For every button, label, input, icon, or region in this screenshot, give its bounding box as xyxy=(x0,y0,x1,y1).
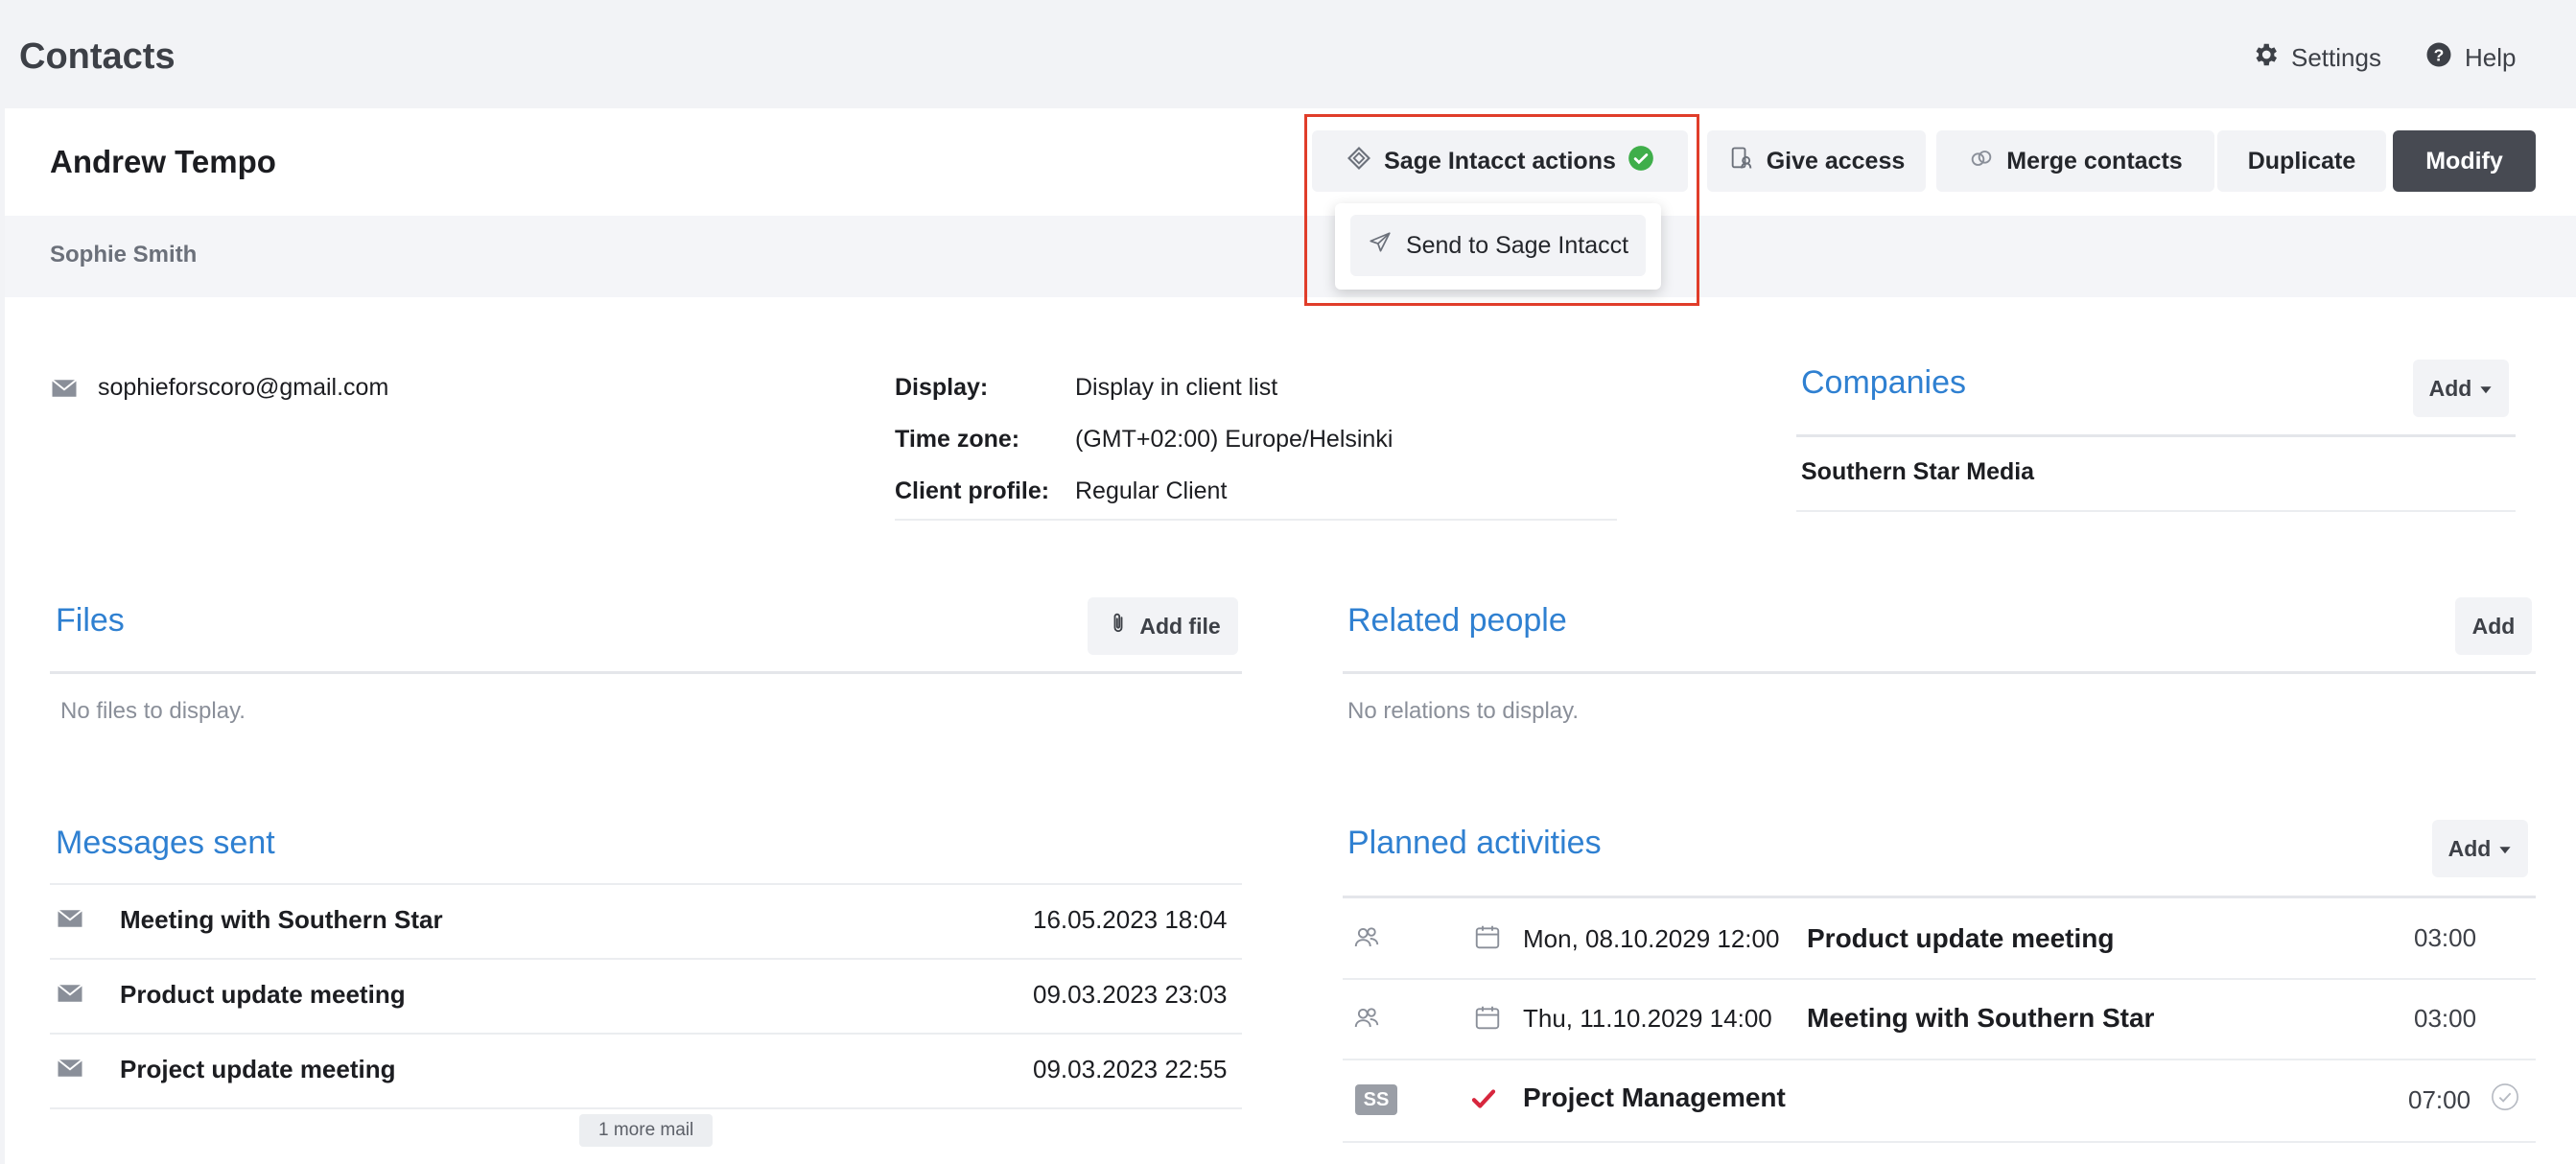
merge-contacts-button[interactable]: Merge contacts xyxy=(1936,130,2214,192)
gear-icon xyxy=(2251,40,2280,76)
add-file-button[interactable]: Add file xyxy=(1088,597,1238,655)
companies-add-button[interactable]: Add xyxy=(2413,360,2509,417)
contact-email[interactable]: sophieforscoro@gmail.com xyxy=(98,374,388,402)
activity-date: Thu, 11.10.2029 14:00 xyxy=(1523,1004,1772,1033)
access-icon xyxy=(1728,145,1755,178)
contact-subheader xyxy=(5,216,2576,297)
files-title: Files xyxy=(56,602,125,639)
files-empty-text: No files to display. xyxy=(60,698,246,724)
related-empty-text: No relations to display. xyxy=(1347,698,1580,724)
activity-title[interactable]: Product update meeting xyxy=(1807,923,2114,954)
activity-row-divider xyxy=(1343,978,2536,980)
messages-sent-title: Messages sent xyxy=(56,825,275,861)
contact-person-name: Sophie Smith xyxy=(50,242,198,268)
page-title: Contacts xyxy=(19,36,176,77)
more-mail-button[interactable]: 1 more mail xyxy=(579,1114,714,1147)
duplicate-button[interactable]: Duplicate xyxy=(2217,130,2386,192)
time-zone-value: (GMT+02:00) Europe/Helsinki xyxy=(1075,426,1393,453)
related-add-label: Add xyxy=(2471,613,2516,639)
display-label: Display: xyxy=(895,374,989,401)
client-profile-value: Regular Client xyxy=(1075,477,1228,504)
help-label: Help xyxy=(2465,43,2517,72)
highlight-box xyxy=(1304,114,1699,306)
related-people-title: Related people xyxy=(1347,602,1567,639)
message-subject[interactable]: Meeting with Southern Star xyxy=(120,905,443,935)
participants-icon xyxy=(1352,1003,1381,1036)
task-check-icon xyxy=(1469,1084,1498,1118)
related-divider xyxy=(1343,671,2536,674)
time-zone-label: Time zone: xyxy=(895,426,1020,453)
activity-row-divider xyxy=(1343,1141,2536,1143)
message-date: 09.03.2023 23:03 xyxy=(1033,980,1228,1009)
envelope-icon xyxy=(56,979,84,1013)
help-icon: ? xyxy=(2424,40,2453,76)
message-row-divider xyxy=(50,958,1242,960)
merge-icon xyxy=(1968,145,1995,178)
activity-date: Mon, 08.10.2029 12:00 xyxy=(1523,924,1780,953)
modify-button[interactable]: Modify xyxy=(2393,130,2536,192)
planned-activities-title: Planned activities xyxy=(1347,825,1602,861)
settings-link[interactable]: Settings xyxy=(2251,40,2381,76)
svg-text:?: ? xyxy=(2434,45,2445,64)
give-access-label: Give access xyxy=(1766,147,1906,175)
message-subject[interactable]: Product update meeting xyxy=(120,980,406,1010)
company-item[interactable]: Southern Star Media xyxy=(1801,458,2034,486)
envelope-icon xyxy=(56,1054,84,1087)
duplicate-label: Duplicate xyxy=(2247,147,2356,175)
add-file-label: Add file xyxy=(1139,613,1221,639)
help-link[interactable]: ? Help xyxy=(2424,40,2516,76)
message-subject[interactable]: Project update meeting xyxy=(120,1055,396,1084)
message-row-divider xyxy=(50,1033,1242,1035)
activities-add-button[interactable]: Add xyxy=(2432,820,2528,877)
message-date: 09.03.2023 22:55 xyxy=(1033,1055,1228,1083)
contact-name: Andrew Tempo xyxy=(50,144,276,179)
assignee-badge: SS xyxy=(1355,1084,1397,1115)
companies-divider xyxy=(1796,434,2516,437)
caret-down-icon xyxy=(2479,376,2493,402)
top-bar xyxy=(0,0,2576,108)
details-divider xyxy=(895,519,1617,521)
display-value: Display in client list xyxy=(1075,374,1278,401)
caret-down-icon xyxy=(2498,836,2512,862)
paperclip-icon xyxy=(1105,610,1132,642)
companies-add-label: Add xyxy=(2428,375,2472,401)
complete-circle-icon[interactable] xyxy=(2491,1083,2519,1116)
activities-divider xyxy=(1343,896,2536,898)
activities-add-label: Add xyxy=(2447,835,2492,861)
message-date: 16.05.2023 18:04 xyxy=(1033,905,1228,934)
client-profile-label: Client profile: xyxy=(895,477,1050,504)
calendar-icon xyxy=(1473,922,1502,956)
merge-contacts-label: Merge contacts xyxy=(2006,147,2183,175)
participants-icon xyxy=(1352,922,1381,956)
envelope-icon xyxy=(50,374,79,407)
related-add-button[interactable]: Add xyxy=(2455,597,2532,655)
message-row-divider xyxy=(50,1107,1242,1109)
calendar-icon xyxy=(1473,1003,1502,1036)
give-access-button[interactable]: Give access xyxy=(1707,130,1926,192)
companies-bottom-divider xyxy=(1796,510,2516,512)
companies-title: Companies xyxy=(1801,364,1966,401)
activity-row-divider xyxy=(1343,1059,2536,1060)
settings-label: Settings xyxy=(2291,43,2381,72)
activity-duration: 07:00 xyxy=(2408,1085,2471,1114)
activity-duration: 03:00 xyxy=(2414,923,2477,952)
envelope-icon xyxy=(56,904,84,938)
modify-label: Modify xyxy=(2425,147,2503,175)
activity-title[interactable]: Project Management xyxy=(1523,1083,1786,1113)
activity-title[interactable]: Meeting with Southern Star xyxy=(1807,1003,2154,1034)
messages-divider xyxy=(50,883,1242,885)
activity-duration: 03:00 xyxy=(2414,1004,2477,1033)
files-divider xyxy=(50,671,1242,674)
